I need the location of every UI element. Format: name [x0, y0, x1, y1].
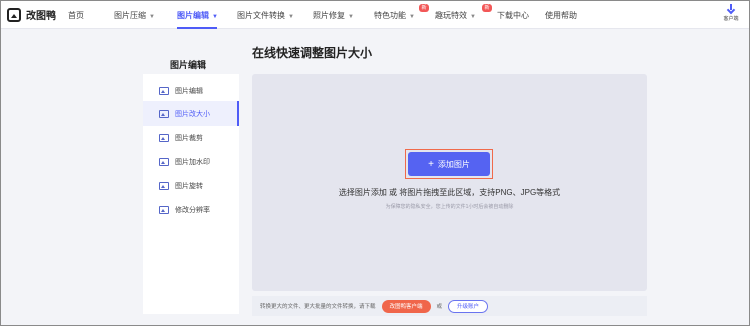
- logo[interactable]: 改图鸭: [7, 7, 56, 22]
- chevron-down-icon: ▼: [288, 14, 294, 20]
- sidebar-item-label: 图片改大小: [175, 110, 210, 118]
- sidebar-item-resolution[interactable]: 修改分辨率: [143, 197, 239, 222]
- sidebar-item-image-edit[interactable]: 图片编辑: [143, 78, 239, 103]
- page-title: 在线快速调整图片大小: [252, 46, 373, 60]
- top-navigation: 改图鸭 首页 图片压缩 ▼ 图片编辑 ▼ 图片文件转换 ▼ 照片修复 ▼ 特色功能 ▼ 新…: [1, 1, 749, 29]
- chevron-down-icon: ▼: [149, 14, 155, 20]
- client-download-button[interactable]: 客户端: [719, 4, 743, 22]
- sidebar-item-rotate[interactable]: 图片旋转: [143, 173, 239, 198]
- sidebar-item-label: 图片裁剪: [175, 134, 203, 142]
- chevron-down-icon: ▼: [470, 14, 476, 20]
- image-icon: [159, 86, 169, 95]
- plus-icon: +: [428, 158, 434, 170]
- sidebar-item-label: 图片旋转: [175, 182, 203, 190]
- add-image-button[interactable]: + 添加图片: [408, 152, 490, 176]
- image-icon: [159, 157, 169, 166]
- upload-hint: 选择图片添加 或 将图片拖拽至此区域，支持PNG、JPG等格式: [338, 188, 561, 197]
- image-icon: [159, 133, 169, 142]
- sidebar-item-watermark[interactable]: 图片加水印: [143, 149, 239, 174]
- brand-name: 改图鸭: [26, 11, 56, 22]
- client-label: 客户端: [723, 16, 739, 22]
- add-image-label: 添加图片: [437, 159, 470, 169]
- nav-fun-effects[interactable]: 趣玩特效 ▼: [435, 10, 476, 21]
- nav-download-center[interactable]: 下载中心: [497, 10, 529, 21]
- image-icon: [159, 109, 169, 118]
- nav-special-features[interactable]: 特色功能 ▼: [374, 10, 415, 21]
- new-badge: 新: [482, 4, 492, 12]
- image-icon: [159, 205, 169, 214]
- privacy-note: 为保障您的隐私安全，您上传的文件1小时后会被自动删除: [385, 204, 514, 210]
- download-icon: [726, 4, 736, 14]
- nav-photo-repair[interactable]: 照片修复 ▼: [313, 10, 354, 21]
- image-icon: [159, 181, 169, 190]
- sidebar-item-crop[interactable]: 图片裁剪: [143, 125, 239, 150]
- chevron-down-icon: ▼: [348, 14, 354, 20]
- new-badge: 新: [419, 4, 429, 12]
- active-nav-indicator: [177, 27, 217, 29]
- download-client-button[interactable]: 改图鸭客户端: [381, 299, 431, 313]
- sidebar-item-label: 图片加水印: [175, 158, 210, 166]
- sidebar-item-label: 图片编辑: [175, 87, 203, 95]
- sidebar-item-resize[interactable]: 图片改大小: [143, 101, 239, 126]
- chevron-down-icon: ▼: [212, 14, 218, 20]
- logo-icon: [7, 7, 21, 22]
- upload-button-highlight: + 添加图片: [405, 149, 493, 179]
- upgrade-account-button[interactable]: 升级账户: [448, 299, 489, 313]
- nav-image-compress[interactable]: 图片压缩 ▼: [114, 10, 155, 21]
- nav-image-edit[interactable]: 图片编辑 ▼: [177, 10, 218, 21]
- sidebar-title: 图片编辑: [170, 60, 207, 70]
- promo-text: 转换更大的文件、更大批量的文件转换，请下载: [260, 304, 376, 310]
- bottom-promo-bar: 转换更大的文件、更大批量的文件转换，请下载 改图鸭客户端 或 升级账户: [252, 296, 647, 316]
- upload-drop-zone[interactable]: [252, 74, 647, 291]
- nav-image-file-convert[interactable]: 图片文件转换 ▼: [237, 10, 294, 21]
- nav-home[interactable]: 首页: [68, 10, 84, 21]
- nav-help[interactable]: 使用帮助: [545, 10, 577, 21]
- or-text: 或: [436, 304, 443, 310]
- chevron-down-icon: ▼: [409, 14, 415, 20]
- sidebar-item-label: 修改分辨率: [175, 206, 210, 214]
- sidebar: 图片编辑 图片改大小 图片裁剪 图片加水印 图片旋转 修改分辨率: [143, 74, 239, 314]
